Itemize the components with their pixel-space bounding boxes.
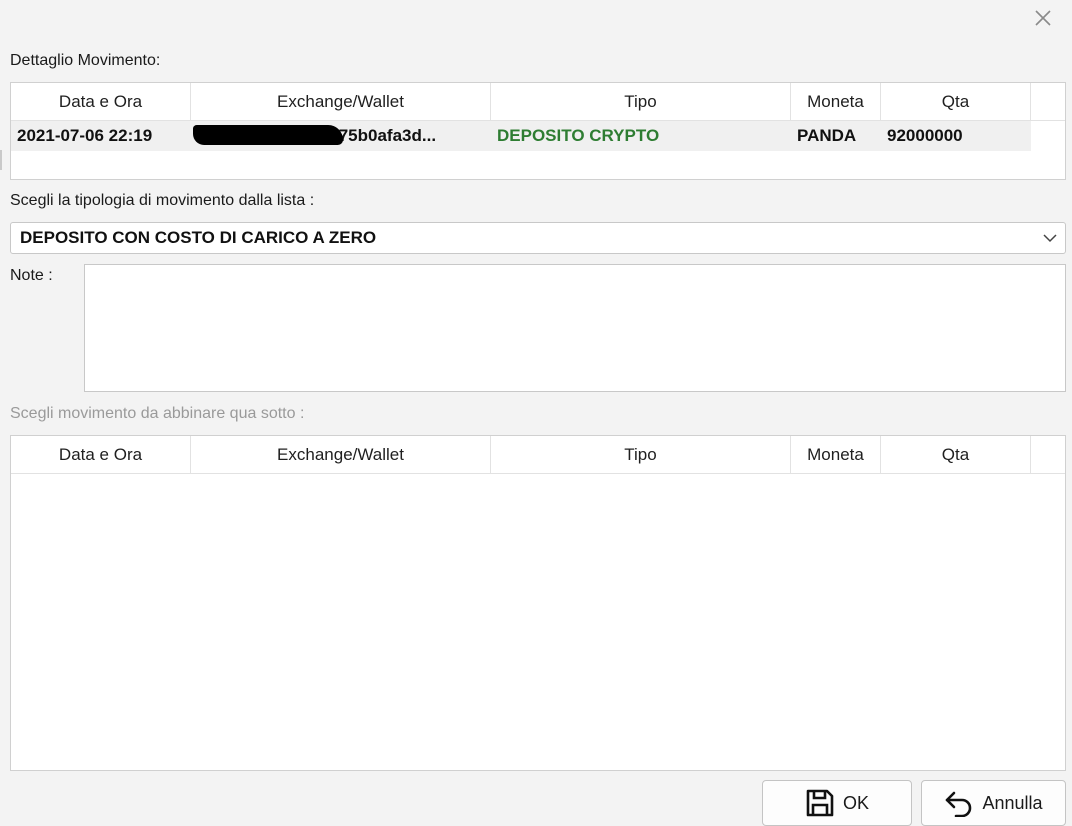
match-label: Scegli movimento da abbinare qua sotto : [10, 405, 305, 422]
match-table-header: Data e Ora Exchange/Wallet Tipo Moneta Q… [11, 436, 1065, 474]
row-datetime: 2021-07-06 22:19 [17, 126, 153, 145]
column-header-spacer [1031, 83, 1065, 120]
ok-button[interactable]: OK [762, 780, 912, 826]
detail-label: Dettaglio Movimento: [10, 52, 161, 69]
column-header-qty[interactable]: Qta [881, 83, 1031, 120]
match-table[interactable]: Data e Ora Exchange/Wallet Tipo Moneta Q… [10, 435, 1066, 771]
movement-type-select[interactable]: DEPOSITO CON COSTO DI CARICO A ZERO [10, 222, 1066, 254]
match-column-header-datetime[interactable]: Data e Ora [11, 436, 191, 473]
match-column-header-qty[interactable]: Qta [881, 436, 1031, 473]
row-coin: PANDA [797, 126, 857, 145]
row-type: DEPOSITO CRYPTO [497, 126, 660, 145]
match-column-header-spacer [1031, 436, 1065, 473]
redaction-mark [193, 125, 343, 145]
dropdown-arrow[interactable] [1035, 233, 1065, 243]
type-label: Scegli la tipologia di movimento dalla l… [10, 192, 315, 209]
cancel-button-label: Annulla [982, 792, 1043, 813]
close-icon [1035, 10, 1051, 26]
match-column-header-wallet[interactable]: Exchange/Wallet [191, 436, 491, 473]
detail-table-header: Data e Ora Exchange/Wallet Tipo Moneta Q… [11, 83, 1065, 121]
detail-table: Data e Ora Exchange/Wallet Tipo Moneta Q… [10, 82, 1066, 180]
ok-button-label: OK [842, 792, 869, 813]
close-button[interactable] [1026, 2, 1060, 34]
match-column-header-coin[interactable]: Moneta [791, 436, 881, 473]
movement-type-value: DEPOSITO CON COSTO DI CARICO A ZERO [20, 228, 377, 247]
chevron-down-icon [1043, 234, 1057, 243]
note-label: Note : [10, 267, 53, 284]
table-row[interactable]: 2021-07-06 22:19 0x……………004675b0afa3d...… [11, 121, 1031, 151]
row-wallet: 0x……………004675b0afa3d... [191, 121, 491, 151]
column-header-datetime[interactable]: Data e Ora [11, 83, 191, 120]
note-field[interactable] [84, 264, 1066, 392]
save-icon [806, 789, 834, 817]
column-header-type[interactable]: Tipo [491, 83, 791, 120]
column-header-wallet[interactable]: Exchange/Wallet [191, 83, 491, 120]
undo-icon [946, 791, 972, 817]
cancel-button[interactable]: Annulla [921, 780, 1066, 826]
row-qty: 92000000 [887, 126, 963, 145]
window-edge [0, 150, 2, 170]
match-column-header-type[interactable]: Tipo [491, 436, 791, 473]
column-header-coin[interactable]: Moneta [791, 83, 881, 120]
